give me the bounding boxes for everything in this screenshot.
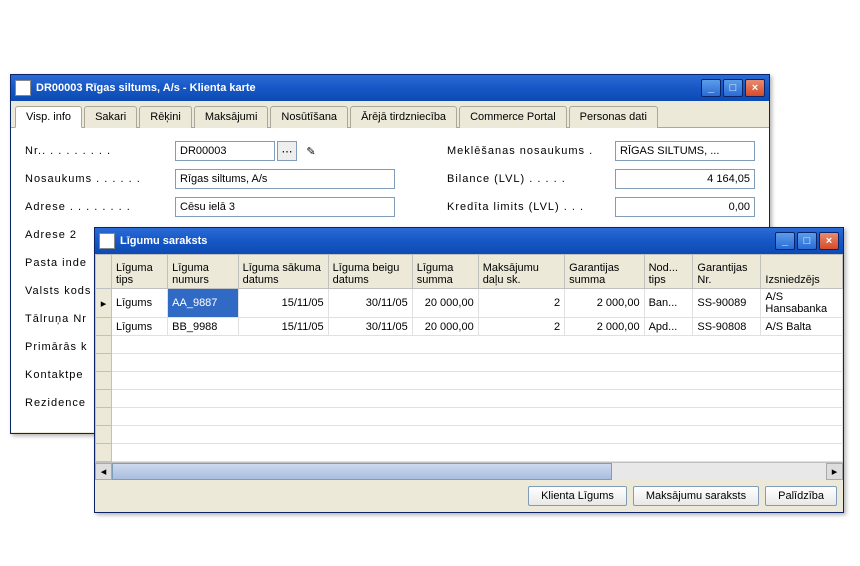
col-nod[interactable]: Nod... tips (644, 255, 693, 289)
nosaukums-label: Nosaukums (25, 173, 92, 185)
table-row[interactable]: Līgums BB_9988 15/11/05 30/11/05 20 000,… (96, 318, 843, 336)
maximize-button[interactable]: □ (723, 79, 743, 97)
tab-commerce[interactable]: Commerce Portal (459, 106, 567, 128)
cell-izsn[interactable]: A/S Balta (761, 318, 843, 336)
titlebar[interactable]: Līgumu saraksts _ □ × (95, 228, 843, 254)
maksajumu-saraksts-button[interactable]: Maksājumu saraksts (633, 486, 759, 506)
close-button[interactable]: × (819, 232, 839, 250)
col-tips[interactable]: Līguma tips (112, 255, 168, 289)
adrese-input[interactable] (175, 197, 395, 217)
cell-tips[interactable]: Līgums (112, 289, 168, 318)
contracts-list-window: Līgumu saraksts _ □ × Līguma tips Līguma… (94, 227, 844, 513)
table-row[interactable] (96, 426, 843, 444)
tab-sakari[interactable]: Sakari (84, 106, 137, 128)
titlebar[interactable]: DR00003 Rīgas siltums, A/s - Klienta kar… (11, 75, 769, 101)
tab-nosutisana[interactable]: Nosūtīšana (270, 106, 348, 128)
nosaukums-input[interactable] (175, 169, 395, 189)
cell-gnr[interactable]: SS-90808 (693, 318, 761, 336)
col-gnr[interactable]: Garantijas Nr. (693, 255, 761, 289)
scroll-right-button[interactable]: ▸ (826, 463, 843, 480)
nr-input[interactable] (175, 141, 275, 161)
cell-summa[interactable]: 20 000,00 (412, 318, 478, 336)
cell-dalu[interactable]: 2 (478, 318, 564, 336)
grid: Līguma tips Līguma numurs Līguma sākuma … (95, 254, 843, 479)
table-row[interactable] (96, 444, 843, 462)
table-row[interactable]: ▸ Līgums AA_9887 15/11/05 30/11/05 20 00… (96, 289, 843, 318)
cell-tips[interactable]: Līgums (112, 318, 168, 336)
col-numurs[interactable]: Līguma numurs (168, 255, 238, 289)
row-selector-header (96, 255, 112, 289)
button-bar: Klienta Līgums Maksājumu saraksts Palīdz… (95, 479, 843, 512)
app-icon (15, 80, 31, 96)
nr-label: Nr. (25, 145, 42, 157)
cell-beigu[interactable]: 30/11/05 (328, 318, 412, 336)
tab-areja[interactable]: Ārējā tirdzniecība (350, 106, 457, 128)
tab-personas[interactable]: Personas dati (569, 106, 658, 128)
cell-garant[interactable]: 2 000,00 (565, 318, 644, 336)
cell-numurs[interactable]: AA_9887 (168, 289, 238, 318)
cell-garant[interactable]: 2 000,00 (565, 289, 644, 318)
horizontal-scrollbar[interactable]: ◂ ▸ (95, 462, 843, 479)
tab-rekini[interactable]: Rēķini (139, 106, 192, 128)
bilance-label: Bilance (LVL) (447, 173, 525, 185)
row-indicator: ▸ (96, 289, 112, 318)
cell-sakuma[interactable]: 15/11/05 (238, 318, 328, 336)
table-row[interactable] (96, 372, 843, 390)
scroll-left-button[interactable]: ◂ (95, 463, 112, 480)
table-row[interactable] (96, 408, 843, 426)
col-dalu[interactable]: Maksājumu daļu sk. (478, 255, 564, 289)
nr-lookup-button[interactable]: ⋯ (277, 141, 297, 161)
mekl-label: Meklēšanas nosaukums (447, 145, 585, 157)
cell-nod[interactable]: Ban... (644, 289, 693, 318)
app-icon (99, 233, 115, 249)
minimize-button[interactable]: _ (701, 79, 721, 97)
bilance-input[interactable] (615, 169, 755, 189)
klienta-ligums-button[interactable]: Klienta Līgums (528, 486, 627, 506)
col-sakuma[interactable]: Līguma sākuma datums (238, 255, 328, 289)
col-izsn[interactable]: Izsniedzējs (761, 255, 843, 289)
table-row[interactable] (96, 390, 843, 408)
cell-beigu[interactable]: 30/11/05 (328, 289, 412, 318)
cell-izsn[interactable]: A/S Hansabanka (761, 289, 843, 318)
cell-sakuma[interactable]: 15/11/05 (238, 289, 328, 318)
scroll-track[interactable] (112, 463, 826, 480)
col-garant[interactable]: Garantijas summa (565, 255, 644, 289)
maximize-button[interactable]: □ (797, 232, 817, 250)
mekl-input[interactable] (615, 141, 755, 161)
kredit-input[interactable] (615, 197, 755, 217)
cell-summa[interactable]: 20 000,00 (412, 289, 478, 318)
edit-icon[interactable]: ✎ (303, 143, 319, 159)
window-title: Līgumu saraksts (120, 235, 207, 247)
col-summa[interactable]: Līguma summa (412, 255, 478, 289)
cell-nod[interactable]: Apd... (644, 318, 693, 336)
table-row[interactable] (96, 336, 843, 354)
tab-maksajumi[interactable]: Maksājumi (194, 106, 269, 128)
window-title: DR00003 Rīgas siltums, A/s - Klienta kar… (36, 82, 256, 94)
col-beigu[interactable]: Līguma beigu datums (328, 255, 412, 289)
tab-bar: Visp. info Sakari Rēķini Maksājumi Nosūt… (11, 101, 769, 128)
cell-dalu[interactable]: 2 (478, 289, 564, 318)
tab-visp-info[interactable]: Visp. info (15, 106, 82, 128)
cell-gnr[interactable]: SS-90089 (693, 289, 761, 318)
adrese-label: Adrese (25, 201, 66, 213)
palidziba-button[interactable]: Palīdzība (765, 486, 837, 506)
scroll-thumb[interactable] (112, 463, 612, 480)
cell-numurs[interactable]: BB_9988 (168, 318, 238, 336)
close-button[interactable]: × (745, 79, 765, 97)
kredit-label: Kredīta limits (LVL) (447, 201, 560, 213)
row-indicator (96, 318, 112, 336)
table-row[interactable] (96, 354, 843, 372)
minimize-button[interactable]: _ (775, 232, 795, 250)
